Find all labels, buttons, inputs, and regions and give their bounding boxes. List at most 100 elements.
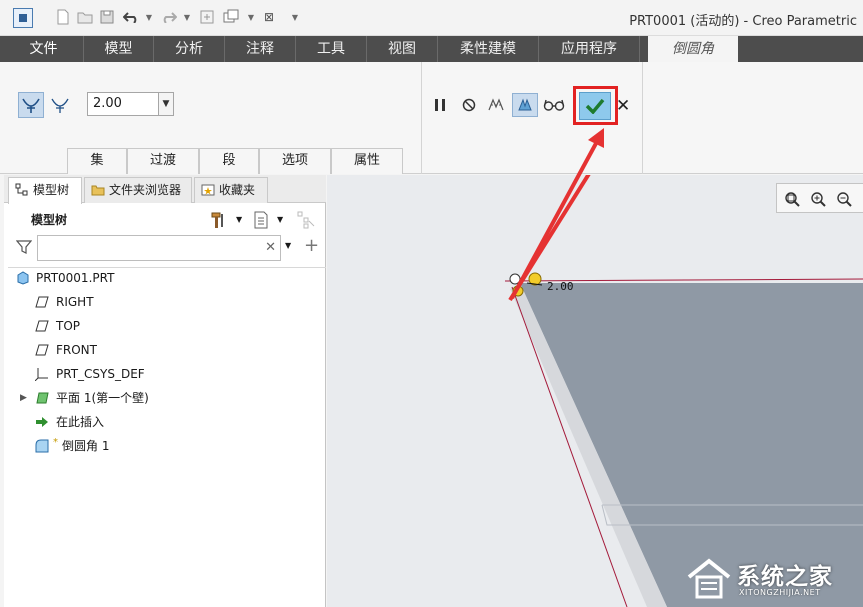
- datum-plane-icon: [35, 343, 49, 357]
- tree-item-part[interactable]: PRT0001.PRT: [4, 267, 322, 289]
- insert-here-arrow-icon: [35, 415, 49, 429]
- model-tree-icon: [15, 183, 29, 197]
- undo-dropdown-icon[interactable]: ▼: [140, 8, 158, 26]
- redo-icon[interactable]: [160, 8, 178, 26]
- tab-folder-browser[interactable]: 文件夹浏览器: [84, 177, 192, 203]
- save-icon[interactable]: [98, 8, 116, 26]
- tree-columns-icon[interactable]: [297, 211, 315, 232]
- graphics-area[interactable]: 2.00 系统之家 XITONGZHIJIA.NET: [327, 175, 863, 607]
- confirm-highlight-box: [573, 86, 618, 125]
- tree-item-top[interactable]: TOP: [4, 315, 322, 337]
- tree-item-insert-here[interactable]: 在此插入: [4, 411, 322, 433]
- watermark-subtitle: XITONGZHIJIA.NET: [739, 588, 821, 597]
- favorites-icon: [201, 183, 215, 197]
- tab-tools[interactable]: 工具: [296, 36, 367, 62]
- tree-item-wall[interactable]: ▶ 平面 1(第一个壁): [4, 387, 322, 409]
- tab-round[interactable]: 倒圆角: [648, 36, 738, 62]
- tab-folder-browser-label: 文件夹浏览器: [109, 183, 181, 197]
- tree-filter-input[interactable]: ✕: [37, 235, 281, 261]
- menu-bar: 文件 模型 分析 注释 工具 视图 柔性建模 应用程序 倒圆角: [0, 36, 863, 62]
- tree-item-label: PRT0001.PRT: [36, 267, 114, 289]
- tree-header: 模型树: [31, 211, 67, 228]
- zoom-in-icon[interactable]: [809, 190, 827, 208]
- part-icon: [16, 271, 30, 285]
- tab-flexible-modeling[interactable]: 柔性建模: [438, 36, 539, 62]
- radius-value: 2.00: [93, 96, 122, 111]
- show-icon[interactable]: [253, 211, 269, 232]
- tree-item-label: 倒圆角 1: [62, 435, 109, 457]
- tree-item-right[interactable]: RIGHT: [4, 291, 322, 313]
- customize-toolbar-icon[interactable]: ▼: [286, 8, 304, 26]
- verify-mode-icon[interactable]: [543, 94, 565, 116]
- app-icon[interactable]: [13, 8, 33, 28]
- left-panel: 模型树 文件夹浏览器 收藏夹 模型树 ▼ ▼ ✕ ▼ + PRT0001.PRT: [4, 175, 326, 607]
- show-dropdown-icon[interactable]: ▼: [277, 215, 283, 224]
- undo-icon[interactable]: [122, 8, 140, 26]
- expand-arrow-icon[interactable]: ▶: [20, 387, 27, 409]
- tab-analysis[interactable]: 分析: [154, 36, 225, 62]
- ribbon: 2.00 ▼ 集 过渡 段 选项 属性 ✕: [0, 62, 863, 174]
- tab-annotate[interactable]: 注释: [225, 36, 296, 62]
- tree-settings-dropdown-icon[interactable]: ▼: [236, 215, 242, 224]
- constant-round-icon[interactable]: [18, 92, 44, 118]
- watermark-house-icon: [685, 557, 733, 601]
- tab-transitions[interactable]: 过渡: [127, 148, 199, 174]
- window-title: PRT0001 (活动的) - Creo Parametric: [629, 10, 857, 29]
- clear-filter-icon[interactable]: ✕: [265, 240, 276, 255]
- tab-properties[interactable]: 属性: [331, 148, 403, 174]
- no-preview-icon[interactable]: [458, 94, 480, 116]
- variable-round-icon[interactable]: [47, 92, 73, 118]
- windows-icon[interactable]: [222, 8, 240, 26]
- tree-settings-icon[interactable]: [210, 211, 226, 232]
- tree-item-label: 在此插入: [56, 411, 104, 433]
- radius-input[interactable]: 2.00 ▼: [87, 92, 174, 116]
- title-bar: ▼ ▼ ▼ ⊠ ▼ PRT0001 (活动的) - Creo Parametri…: [0, 0, 863, 36]
- csys-icon: [35, 367, 49, 381]
- tab-favorites-label: 收藏夹: [219, 183, 255, 197]
- attached-preview-icon[interactable]: [512, 93, 538, 117]
- close-window-icon[interactable]: ⊠: [260, 8, 278, 26]
- tab-sets[interactable]: 集: [67, 148, 127, 174]
- tree-item-csys[interactable]: PRT_CSYS_DEF: [4, 363, 322, 385]
- tab-model-tree[interactable]: 模型树: [8, 177, 82, 204]
- tab-applications[interactable]: 应用程序: [539, 36, 640, 62]
- pause-icon[interactable]: [429, 94, 451, 116]
- tab-favorites[interactable]: 收藏夹: [194, 177, 268, 203]
- folder-icon: [91, 183, 105, 197]
- tab-file[interactable]: 文件: [4, 36, 84, 62]
- tab-pieces[interactable]: 段: [199, 148, 259, 174]
- cancel-icon[interactable]: ✕: [616, 96, 630, 116]
- radius-dropdown-icon[interactable]: ▼: [158, 93, 173, 115]
- watermark-title: 系统之家: [737, 557, 833, 591]
- redo-dropdown-icon[interactable]: ▼: [178, 8, 196, 26]
- regenerate-icon[interactable]: [198, 8, 216, 26]
- tree-item-round[interactable]: * 倒圆角 1: [4, 435, 322, 457]
- watermark-logo: 系统之家 XITONGZHIJIA.NET: [685, 555, 855, 603]
- navigator-tabs: 模型树 文件夹浏览器 收藏夹: [4, 175, 326, 203]
- new-file-icon[interactable]: [54, 8, 72, 26]
- tree-item-label: TOP: [56, 315, 80, 337]
- tab-view[interactable]: 视图: [367, 36, 438, 62]
- filter-icon[interactable]: [16, 239, 32, 258]
- tree-item-label: FRONT: [56, 339, 97, 361]
- sheetmetal-wall-icon: [35, 391, 49, 405]
- zoom-out-icon[interactable]: [835, 190, 853, 208]
- windows-dropdown-icon[interactable]: ▼: [242, 8, 260, 26]
- refit-icon[interactable]: [783, 190, 801, 208]
- new-feature-star-icon: *: [53, 432, 58, 454]
- tab-options[interactable]: 选项: [259, 148, 331, 174]
- view-toolbar: [776, 183, 863, 213]
- datum-plane-icon: [35, 319, 49, 333]
- add-filter-icon[interactable]: +: [304, 235, 319, 256]
- open-file-icon[interactable]: [76, 8, 94, 26]
- separate-preview-icon[interactable]: [485, 94, 507, 116]
- model-view: [327, 175, 863, 607]
- filter-dropdown-icon[interactable]: ▼: [285, 241, 291, 250]
- tab-model[interactable]: 模型: [84, 36, 154, 62]
- round-feature-icon: [35, 439, 49, 453]
- tree-item-front[interactable]: FRONT: [4, 339, 322, 361]
- tree-item-label: PRT_CSYS_DEF: [56, 363, 145, 385]
- radius-dimension-label[interactable]: 2.00: [547, 280, 574, 293]
- round-anchor-handle[interactable]: [510, 274, 520, 284]
- ribbon-divider: [642, 62, 643, 174]
